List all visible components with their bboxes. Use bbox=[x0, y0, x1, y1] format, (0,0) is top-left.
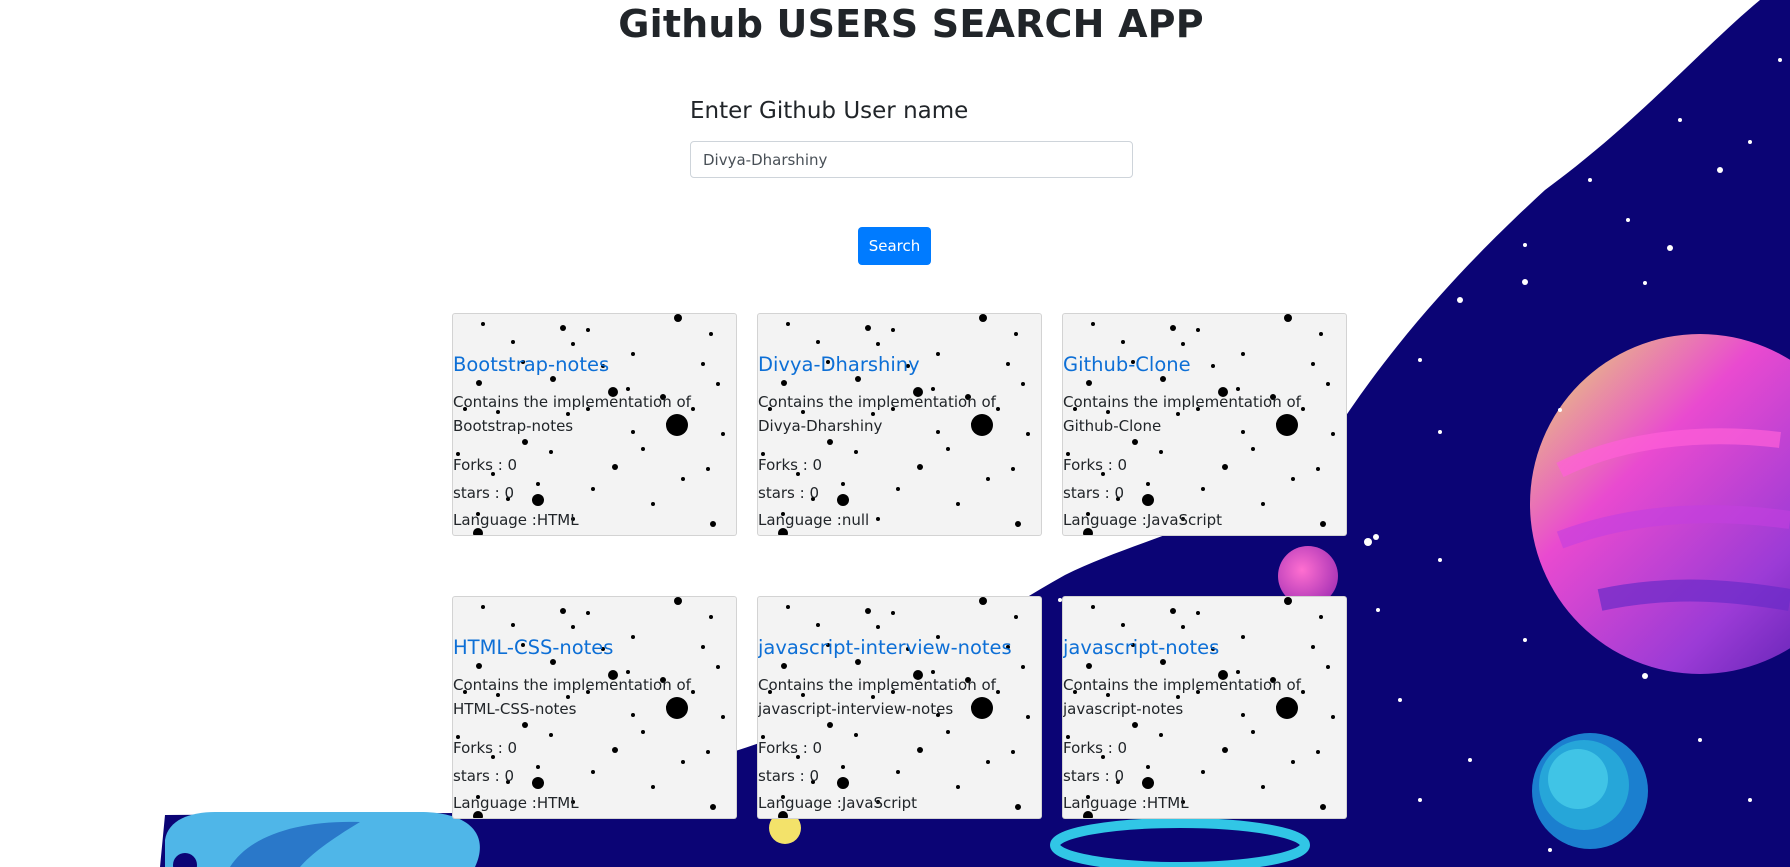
repo-description: Contains the implementation of javascrip… bbox=[758, 676, 996, 718]
repo-language: Language :HTML bbox=[453, 794, 579, 812]
app-root: Github USERS SEARCH APP Enter Github Use… bbox=[0, 0, 1790, 867]
repo-card: Github-Clone Contains the implementation… bbox=[1062, 313, 1347, 536]
repo-name-link[interactable]: Github-Clone bbox=[1063, 353, 1191, 376]
repo-language: Language :JavaScript bbox=[1063, 511, 1223, 529]
repo-stars: stars : 0 bbox=[758, 484, 820, 502]
username-label: Enter Github User name bbox=[690, 98, 969, 124]
repo-language: Language :HTML bbox=[453, 511, 579, 529]
repo-forks: Forks : 0 bbox=[453, 456, 518, 474]
repo-name-link[interactable]: javascript-notes bbox=[1063, 636, 1219, 659]
repo-stars: stars : 0 bbox=[453, 484, 515, 502]
page-title: Github USERS SEARCH APP bbox=[618, 2, 1204, 46]
repo-stars: stars : 0 bbox=[453, 767, 515, 785]
repo-language: Language :HTML bbox=[1063, 794, 1189, 812]
repo-description: Contains the implementation of javascrip… bbox=[1063, 676, 1301, 718]
repo-description: Contains the implementation of Bootstrap… bbox=[453, 393, 691, 435]
repo-card: javascript-interview-notes Contains the … bbox=[757, 596, 1042, 819]
repo-stars: stars : 0 bbox=[758, 767, 820, 785]
repo-description: Contains the implementation of HTML-CSS-… bbox=[453, 676, 691, 718]
repo-card: Divya-Dharshiny Contains the implementat… bbox=[757, 313, 1042, 536]
repo-name-link[interactable]: javascript-interview-notes bbox=[758, 636, 1012, 659]
repo-name-link[interactable]: Divya-Dharshiny bbox=[758, 353, 920, 376]
repo-card: javascript-notes Contains the implementa… bbox=[1062, 596, 1347, 819]
search-button[interactable]: Search bbox=[858, 227, 931, 265]
username-input[interactable] bbox=[690, 141, 1133, 178]
repo-card: Bootstrap-notes Contains the implementat… bbox=[452, 313, 737, 536]
repo-description: Contains the implementation of Divya-Dha… bbox=[758, 393, 996, 435]
repo-forks: Forks : 0 bbox=[453, 739, 518, 757]
repo-name-link[interactable]: Bootstrap-notes bbox=[453, 353, 609, 376]
repo-forks: Forks : 0 bbox=[1063, 456, 1128, 474]
repo-language: Language :JavaScript bbox=[758, 794, 918, 812]
repo-forks: Forks : 0 bbox=[758, 456, 823, 474]
repo-name-link[interactable]: HTML-CSS-notes bbox=[453, 636, 613, 659]
repo-description: Contains the implementation of Github-Cl… bbox=[1063, 393, 1301, 435]
repo-card: HTML-CSS-notes Contains the implementati… bbox=[452, 596, 737, 819]
repo-forks: Forks : 0 bbox=[1063, 739, 1128, 757]
repo-forks: Forks : 0 bbox=[758, 739, 823, 757]
repo-stars: stars : 0 bbox=[1063, 484, 1125, 502]
repo-stars: stars : 0 bbox=[1063, 767, 1125, 785]
repo-language: Language :null bbox=[758, 511, 870, 529]
